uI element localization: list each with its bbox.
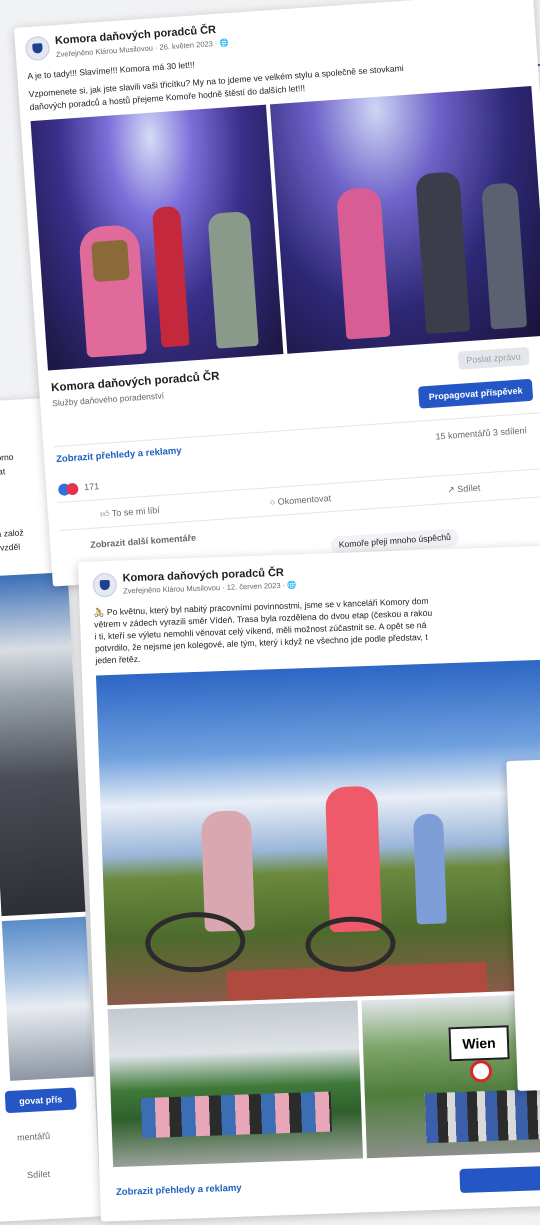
comment-icon: ○ — [269, 496, 276, 508]
send-message-button[interactable]: Poslat zprávu — [457, 346, 530, 370]
share-label: Sdílet — [456, 482, 481, 495]
post1-footer-category: Služby daňového poradenství — [51, 390, 165, 409]
post1-comments-shares[interactable]: 15 komentářů 3 sdílení — [435, 425, 527, 441]
post1-insights-link[interactable]: Zobrazit přehledy a reklamy — [56, 445, 182, 465]
wien-road-sign: Wien — [448, 1025, 510, 1062]
reaction-icons — [57, 482, 81, 497]
comment-label: Okomentovat — [277, 493, 332, 507]
left-photo-hiker — [0, 571, 92, 917]
post2-insights-link[interactable]: Zobrazit přehledy a reklamy — [116, 1183, 242, 1198]
left-photo-snow — [1, 916, 101, 1081]
more-comments-link[interactable]: Zobrazit další komentáře — [90, 533, 196, 550]
left-share-button[interactable]: Sdílet — [27, 1169, 51, 1180]
like-label: To se mi líbí — [111, 505, 161, 519]
post1-photo-stage-left — [30, 104, 284, 371]
like-button[interactable]: 👍︎ To se mi líbí — [100, 505, 160, 520]
post-bike-trip: Komora daňových poradců ČR Zveřejněno Kl… — [78, 545, 540, 1222]
share-button[interactable]: ↗ Sdílet — [447, 483, 481, 496]
post2-photo-cyclists — [95, 659, 540, 1006]
left-text-4: ujé vzděl — [0, 541, 21, 554]
post1-footer-name[interactable]: Komora daňových poradců ČR — [51, 371, 220, 395]
post2-line5: jeden řetěz. — [95, 653, 141, 666]
post-anniversary: Komora daňových poradců ČR Zveřejněno Kl… — [14, 0, 540, 587]
left-text-3: byla založ — [0, 527, 24, 539]
share-icon: ↗ — [446, 484, 456, 495]
left-comments-count[interactable]: mentářů — [17, 1131, 51, 1143]
left-promote-button[interactable]: govat přís — [4, 1087, 77, 1114]
post2-photo-group-bridge — [107, 1000, 363, 1168]
left-text-1: Výborno — [0, 451, 14, 464]
post1-reactions-count[interactable]: 171 — [84, 481, 100, 492]
post2-photo-wien-sign: Wien — [361, 993, 540, 1159]
komora-logo-icon-2 — [92, 572, 118, 598]
comment-button[interactable]: ○ Okomentovat — [269, 493, 331, 507]
post1-photo-stage-right — [269, 86, 540, 354]
post2-promote-button[interactable] — [459, 1165, 540, 1194]
post1-promote-button[interactable]: Propagovat příspěvek — [418, 378, 534, 409]
thumbs-up-icon: 👍︎ — [99, 508, 110, 520]
komora-logo-icon — [24, 35, 51, 62]
no-entry-sign-icon — [469, 1059, 493, 1083]
left-text-2: zdolat — [0, 466, 6, 478]
